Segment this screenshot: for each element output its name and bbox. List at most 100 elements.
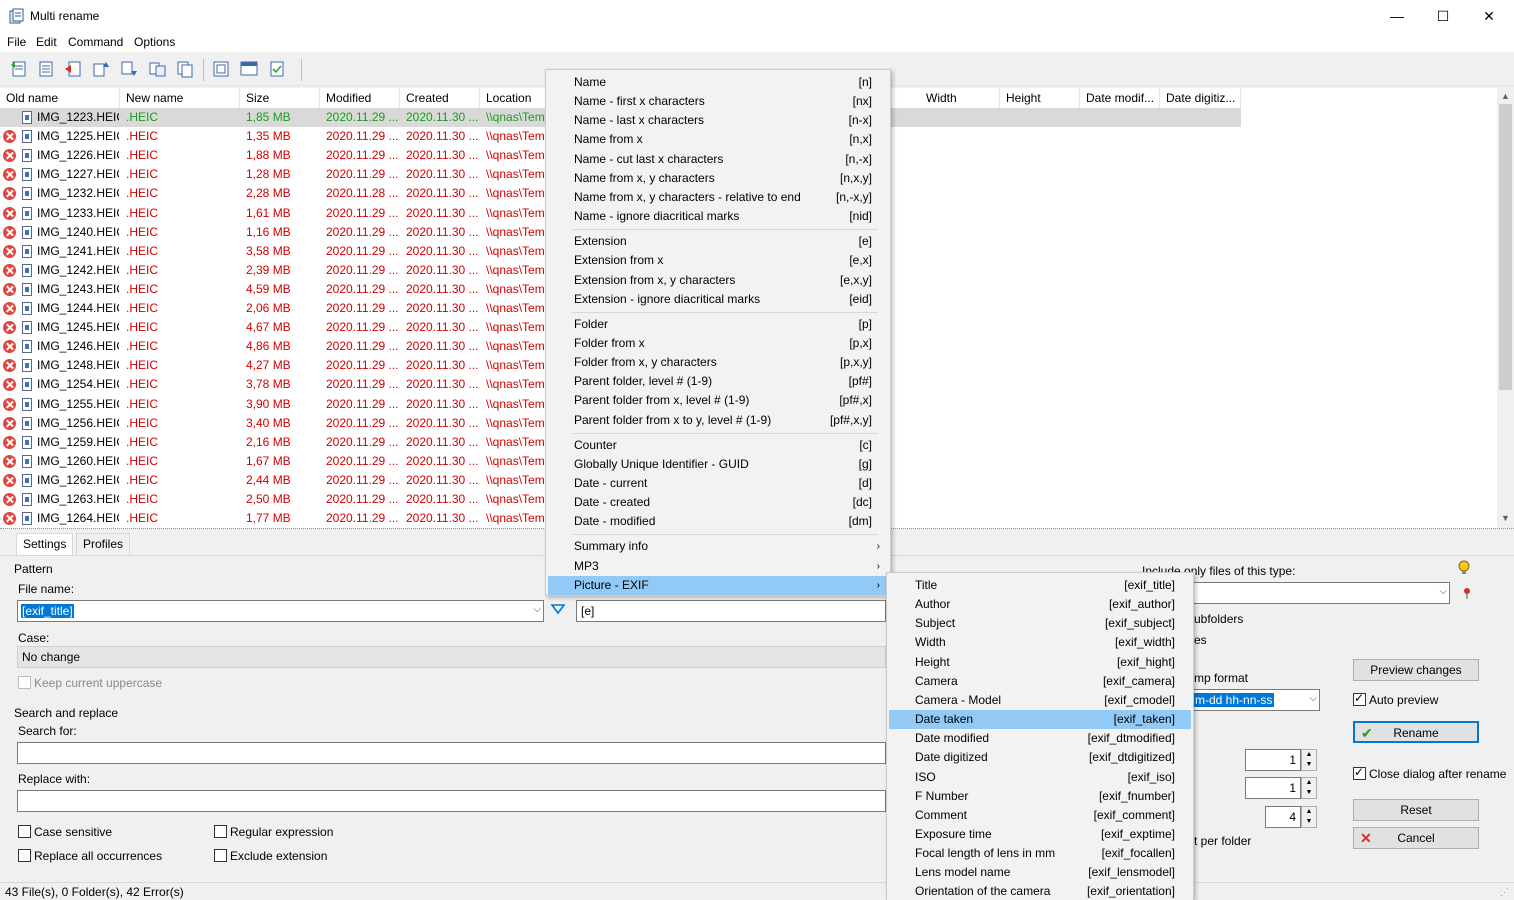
menu-edit[interactable]: Edit [36,35,57,49]
menu-item[interactable]: Extension from x, y characters [e,x,y] [548,271,888,290]
menu-item[interactable]: Summary info › [548,537,888,556]
menu-item[interactable]: Globally Unique Identifier - GUID [g] [548,455,888,474]
replace-input[interactable] [17,790,886,812]
close-button[interactable]: ✕ [1466,0,1512,32]
menu-item[interactable]: Folder [p] [548,315,888,334]
menu-item[interactable]: Parent folder from x, level # (1-9) [pf#,… [548,391,888,410]
menu-item[interactable]: Name - cut last x characters [n,-x] [548,150,888,169]
add-files-icon[interactable] [10,60,28,78]
menu-options[interactable]: Options [134,35,175,49]
rename-button[interactable]: ✔ Rename [1353,721,1479,743]
search-input[interactable] [17,742,886,764]
menu-item[interactable]: Name from x, y characters - relative to … [548,188,888,207]
preview-changes-button[interactable]: Preview changes [1353,659,1479,681]
replace-all-checkbox[interactable] [18,849,31,862]
menu-item[interactable]: Name - ignore diacritical marks [nid] [548,207,888,226]
menu-item[interactable]: Name from x [n,x] [548,130,888,149]
menu-item[interactable]: Lens model name [exif_lensmodel] [889,863,1191,882]
col-created[interactable]: Created [400,88,480,108]
menu-item[interactable]: Extension - ignore diacritical marks [eid… [548,290,888,309]
lightbulb-icon[interactable] [1456,560,1472,576]
col-height[interactable]: Height [1000,88,1080,108]
menu-item[interactable]: Title [exif_title] [889,576,1191,595]
menu-item[interactable]: Name from x, y characters [n,x,y] [548,169,888,188]
scroll-up-icon[interactable]: ▲ [1497,88,1514,104]
tab-settings[interactable]: Settings [16,533,74,555]
open-list-icon[interactable] [212,60,230,78]
menu-item[interactable]: F Number [exif_fnumber] [889,787,1191,806]
keep-uppercase-checkbox[interactable] [18,676,31,689]
menu-item[interactable]: Name [n] [548,73,888,92]
menu-item[interactable]: Date taken [exif_taken] [889,710,1191,730]
stepper-arrows-icon[interactable]: ▲ ▼ [1301,806,1317,828]
menu-item[interactable]: Extension [e] [548,232,888,251]
cancel-button[interactable]: ✕ Cancel [1353,827,1479,849]
menu-item[interactable]: Comment [exif_comment] [889,806,1191,825]
scroll-down-icon[interactable]: ▼ [1497,510,1514,526]
menu-item[interactable]: Folder from x [p,x] [548,334,888,353]
menu-item[interactable]: Name - last x characters [n-x] [548,111,888,130]
col-size[interactable]: Size [240,88,320,108]
menu-item[interactable]: Focal length of lens in mm [exif_focallen… [889,844,1191,863]
menu-item[interactable]: ISO [exif_iso] [889,768,1191,787]
menu-item[interactable]: Camera [exif_camera] [889,672,1191,691]
reset-button[interactable]: Reset [1353,799,1479,821]
col-new-name[interactable]: New name [120,88,240,108]
vertical-scrollbar[interactable]: ▲ ▼ [1497,88,1514,528]
exclude-extension-checkbox[interactable] [214,849,227,862]
menu-item[interactable]: Height [exif_hight] [889,653,1191,672]
menu-item[interactable]: Date - created [dc] [548,493,888,512]
tab-profiles[interactable]: Profiles [76,533,131,555]
col-date-digitized[interactable]: Date digitiz... [1160,88,1241,108]
menu-item[interactable]: Folder from x, y characters [p,x,y] [548,353,888,372]
col-date-modified[interactable]: Date modif... [1080,88,1160,108]
move-down-icon[interactable] [120,60,138,78]
minimize-button[interactable]: — [1374,0,1420,32]
menu-item[interactable]: Date digitized [exif_dtdigitized] [889,748,1191,767]
menu-item[interactable]: Date - modified [dm] [548,512,888,531]
col-width[interactable]: Width [920,88,1000,108]
case-select[interactable]: No change [17,646,886,668]
scroll-thumb[interactable] [1499,104,1512,390]
menu-item[interactable]: Orientation of the camera [exif_orientati… [889,882,1191,900]
menu-item[interactable]: Author [exif_author] [889,595,1191,614]
counter-digits-stepper[interactable]: 4 ▲ ▼ [1265,806,1317,828]
file-name-combo[interactable]: [exif_title] ⌵ [17,600,544,622]
menu-item[interactable]: Parent folder, level # (1-9) [pf#] [548,372,888,391]
counter-step-stepper[interactable]: 1 ▲ ▼ [1245,777,1317,799]
col-modified[interactable]: Modified [320,88,400,108]
case-sensitive-checkbox[interactable] [18,825,31,838]
menu-item[interactable]: Counter [c] [548,436,888,455]
auto-preview-checkbox[interactable] [1353,691,1366,706]
include-type-combo[interactable]: ⌵ [1190,582,1450,604]
remove-icon[interactable] [64,60,82,78]
close-dialog-checkbox[interactable] [1353,765,1366,780]
swap-icon[interactable] [148,60,166,78]
menu-item[interactable]: MP3 › [548,557,888,576]
extension-field[interactable]: [e] [576,600,886,622]
pattern-dropdown-icon[interactable] [550,603,566,615]
menu-item[interactable]: Parent folder from x to y, level # (1-9)… [548,411,888,430]
pin-icon[interactable] [1460,586,1474,600]
stepper-arrows-icon[interactable]: ▲ ▼ [1301,749,1317,771]
counter-digits-value[interactable]: 4 [1265,806,1301,828]
menu-file[interactable]: File [7,35,26,49]
menu-item[interactable]: Picture - EXIF › [548,575,888,595]
stepper-arrows-icon[interactable]: ▲ ▼ [1301,777,1317,799]
menu-item[interactable]: Name - first x characters [nx] [548,92,888,111]
resize-grip-icon[interactable]: ⋰ [1500,887,1509,898]
preview-icon[interactable] [240,60,258,78]
menu-item[interactable]: Width [exif_width] [889,633,1191,652]
check-icon[interactable] [268,60,286,78]
menu-item[interactable]: Subject [exif_subject] [889,614,1191,633]
menu-item[interactable]: Extension from x [e,x] [548,251,888,270]
counter-start-value[interactable]: 1 [1245,749,1301,771]
col-old-name[interactable]: Old name [0,88,120,108]
counter-start-stepper[interactable]: 1 ▲ ▼ [1245,749,1317,771]
menu-item[interactable]: Camera - Model [exif_cmodel] [889,691,1191,710]
regex-checkbox[interactable] [214,825,227,838]
timestamp-format-combo[interactable]: m-dd hh-nn-ss ⌵ [1190,689,1320,711]
menu-command[interactable]: Command [68,35,123,49]
menu-item[interactable]: Date - current [d] [548,474,888,493]
move-up-icon[interactable] [92,60,110,78]
